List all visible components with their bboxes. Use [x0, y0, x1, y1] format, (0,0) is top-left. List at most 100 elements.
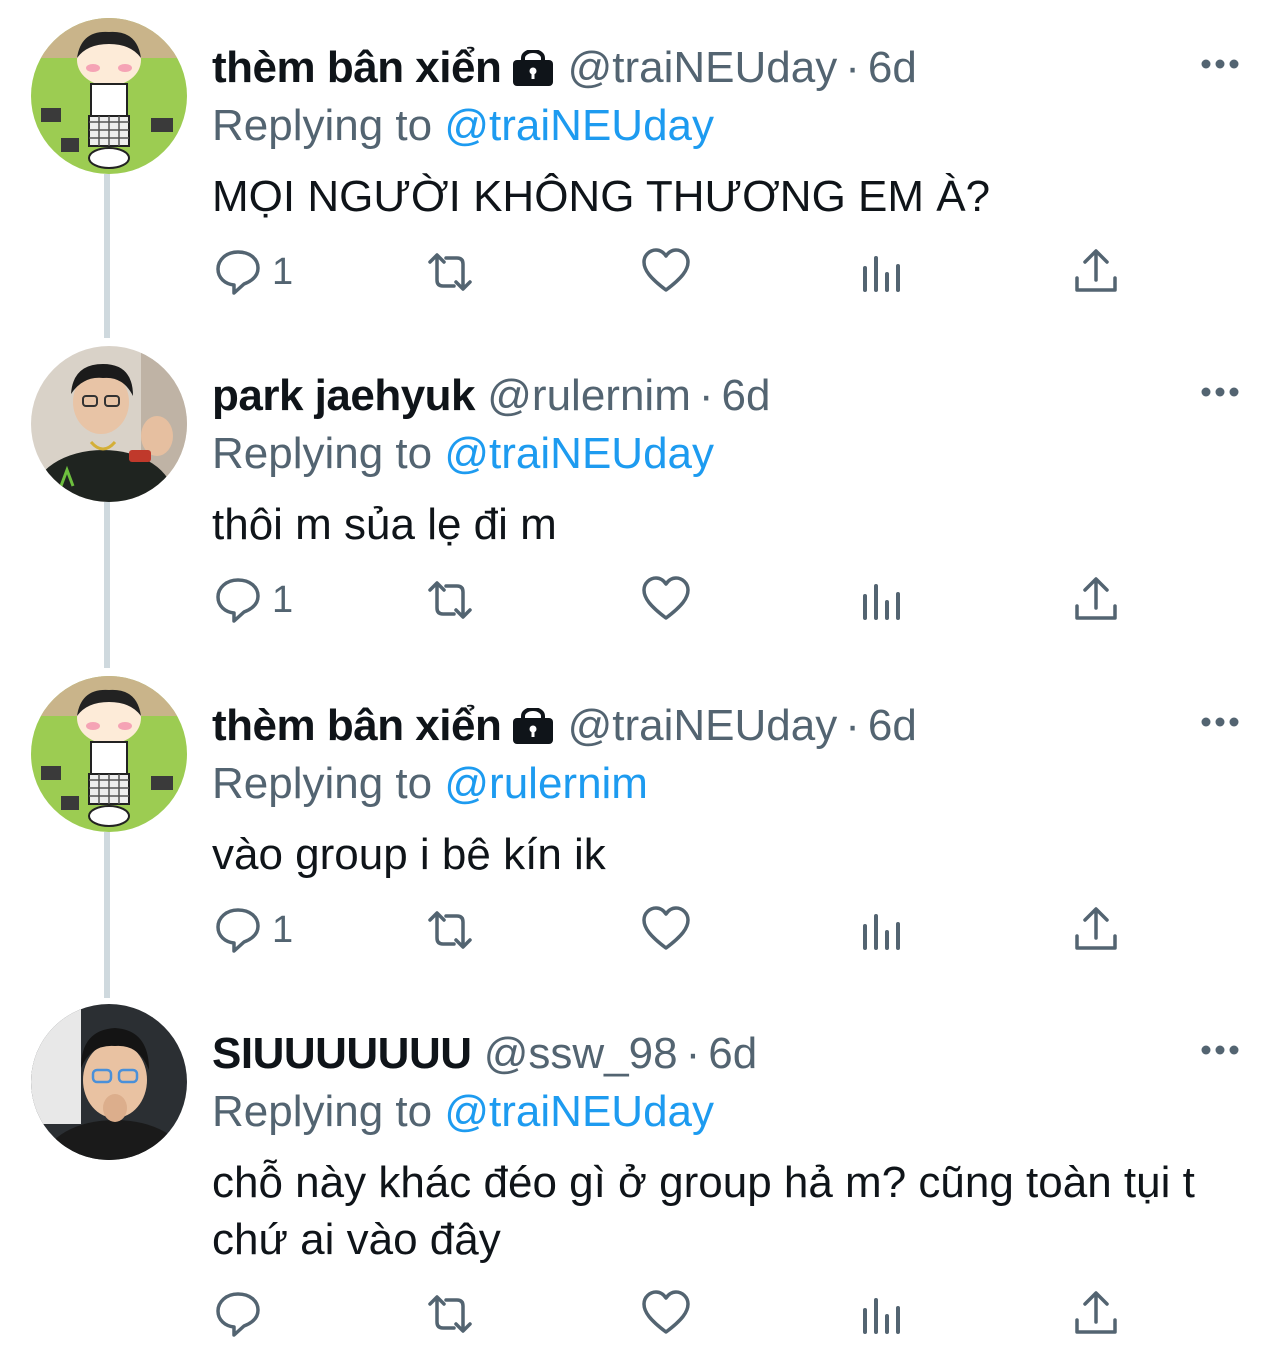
reply-count: 1 — [272, 578, 294, 621]
avatar[interactable] — [31, 1004, 187, 1160]
analytics-icon — [863, 256, 900, 292]
user-handle[interactable]: @rulernim — [487, 371, 691, 420]
timestamp[interactable]: 6d — [868, 701, 917, 750]
share-button[interactable] — [1070, 1286, 1122, 1342]
avatar[interactable] — [31, 18, 187, 174]
tweet[interactable]: park jaehyuk @rulernim · 6d Replying to @t… — [0, 346, 1284, 668]
heart-icon — [642, 576, 690, 620]
display-name[interactable]: SIUUUUUUU — [212, 1029, 472, 1078]
like-button[interactable] — [640, 902, 692, 958]
share-icon — [1075, 1291, 1117, 1334]
replying-prefix: Replying to — [212, 101, 433, 150]
heart-icon — [642, 1290, 690, 1334]
more-icon[interactable] — [1198, 1034, 1242, 1066]
replying-prefix: Replying to — [212, 1087, 433, 1136]
more-icon[interactable] — [1198, 706, 1242, 738]
views-button[interactable] — [856, 902, 908, 958]
reply-count: 1 — [272, 908, 294, 951]
reply-thread: thèm bân xiển @traiNEUday · 6d Replying to… — [0, 0, 1284, 1361]
views-button[interactable] — [856, 244, 908, 300]
replying-mention[interactable]: @rulernim — [444, 759, 648, 808]
analytics-icon — [863, 914, 900, 950]
tweet-text: MỌI NGƯỜI KHÔNG THƯƠNG EM À? — [212, 172, 991, 221]
share-icon — [1075, 249, 1117, 292]
tweet[interactable]: thèm bân xiển @traiNEUday · 6d Replying to… — [0, 676, 1284, 998]
tweet-header: park jaehyuk @rulernim · 6d — [212, 368, 770, 424]
replying-prefix: Replying to — [212, 429, 433, 478]
tweet-text: chỗ này khác đéo gì ở group hả m? cũng t… — [212, 1158, 1195, 1264]
thread-connector — [104, 174, 110, 338]
retweet-button[interactable] — [424, 572, 476, 628]
user-handle[interactable]: @traiNEUday — [568, 43, 838, 92]
retweet-button[interactable] — [424, 244, 476, 300]
reply-count: 1 — [272, 250, 294, 293]
reply-icon — [216, 1292, 260, 1337]
replying-to: Replying to @rulernim — [212, 756, 648, 812]
reply-icon — [216, 908, 260, 953]
lock-icon — [513, 50, 554, 86]
replying-prefix: Replying to — [212, 759, 433, 808]
timestamp[interactable]: 6d — [722, 371, 771, 420]
share-button[interactable] — [1070, 902, 1122, 958]
display-name[interactable]: thèm bân xiển — [212, 43, 502, 92]
more-icon[interactable] — [1198, 48, 1242, 80]
replying-mention[interactable]: @traiNEUday — [444, 429, 714, 478]
separator: · — [845, 701, 860, 750]
thread-connector — [104, 832, 110, 998]
like-button[interactable] — [640, 1286, 692, 1342]
tweet[interactable]: SIUUUUUUU @ssw_98 · 6d Replying to @traiNE… — [0, 1004, 1284, 1361]
analytics-icon — [863, 1298, 900, 1334]
tweet-actions: 1 — [212, 902, 1212, 958]
views-button[interactable] — [856, 572, 908, 628]
reply-icon — [216, 578, 260, 623]
tweet[interactable]: thèm bân xiển @traiNEUday · 6d Replying to… — [0, 18, 1284, 338]
display-name[interactable]: thèm bân xiển — [212, 701, 502, 750]
timestamp[interactable]: 6d — [708, 1029, 757, 1078]
like-button[interactable] — [640, 244, 692, 300]
user-handle[interactable]: @traiNEUday — [568, 701, 838, 750]
thread-connector — [104, 502, 110, 668]
retweet-button[interactable] — [424, 902, 476, 958]
display-name[interactable]: park jaehyuk — [212, 371, 476, 420]
separator: · — [845, 43, 860, 92]
share-button[interactable] — [1070, 244, 1122, 300]
analytics-icon — [863, 584, 900, 620]
lock-icon — [513, 708, 554, 744]
share-icon — [1075, 907, 1117, 950]
replying-mention[interactable]: @traiNEUday — [444, 1087, 714, 1136]
retweet-icon — [428, 911, 472, 949]
tweet-actions: 1 — [212, 572, 1212, 628]
share-icon — [1075, 577, 1117, 620]
timestamp[interactable]: 6d — [868, 43, 917, 92]
tweet-text: thôi m sủa lẹ đi m — [212, 500, 557, 549]
reply-icon — [216, 250, 260, 295]
separator: · — [698, 371, 714, 420]
avatar[interactable] — [31, 676, 187, 832]
replying-mention[interactable]: @traiNEUday — [444, 101, 714, 150]
heart-icon — [642, 248, 690, 292]
heart-icon — [642, 906, 690, 950]
more-icon[interactable] — [1198, 376, 1242, 408]
tweet-actions — [212, 1286, 1212, 1342]
reply-button[interactable]: 1 — [212, 902, 293, 958]
avatar[interactable] — [31, 346, 187, 502]
reply-button[interactable]: 1 — [212, 572, 293, 628]
reply-button[interactable]: 1 — [212, 244, 293, 300]
replying-to: Replying to @traiNEUday — [212, 426, 714, 482]
retweet-icon — [428, 253, 472, 291]
separator: · — [685, 1029, 701, 1078]
tweet-actions: 1 — [212, 244, 1212, 300]
share-button[interactable] — [1070, 572, 1122, 628]
reply-button[interactable] — [212, 1286, 272, 1342]
tweet-header: thèm bân xiển @traiNEUday · 6d — [212, 698, 917, 754]
tweet-header: SIUUUUUUU @ssw_98 · 6d — [212, 1026, 757, 1082]
tweet-header: thèm bân xiển @traiNEUday · 6d — [212, 40, 917, 96]
user-handle[interactable]: @ssw_98 — [484, 1029, 678, 1078]
replying-to: Replying to @traiNEUday — [212, 1084, 714, 1140]
like-button[interactable] — [640, 572, 692, 628]
retweet-button[interactable] — [424, 1286, 476, 1342]
retweet-icon — [428, 1295, 472, 1333]
retweet-icon — [428, 581, 472, 619]
views-button[interactable] — [856, 1286, 908, 1342]
tweet-text: vào group i bê kín ik — [212, 830, 606, 879]
